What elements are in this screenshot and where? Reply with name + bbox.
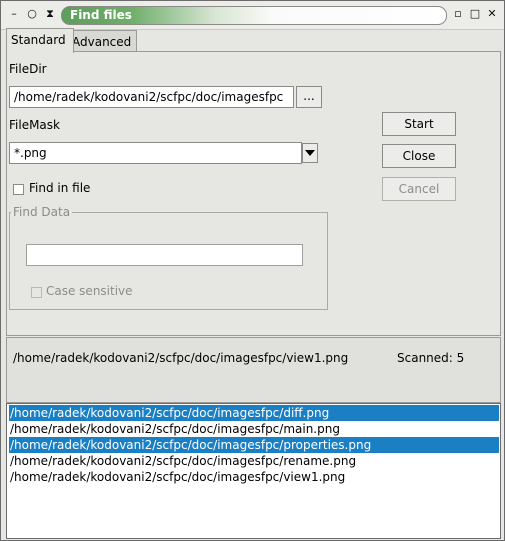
tab-standard[interactable]: Standard xyxy=(6,28,74,53)
window-menu-icon[interactable]: – xyxy=(7,7,21,21)
cancel-button[interactable]: Cancel xyxy=(382,177,456,201)
browse-button[interactable]: ... xyxy=(296,86,322,108)
start-button[interactable]: Start xyxy=(382,112,456,136)
list-item[interactable]: /home/radek/kodovani2/scfpc/doc/imagesfp… xyxy=(9,437,499,453)
close-button[interactable]: Close xyxy=(382,144,456,168)
filemask-dropdown-button[interactable] xyxy=(302,143,318,163)
shade-icon[interactable]: ⧗ xyxy=(43,7,57,21)
list-item[interactable]: /home/radek/kodovani2/scfpc/doc/imagesfp… xyxy=(9,469,499,485)
list-item[interactable]: /home/radek/kodovani2/scfpc/doc/imagesfp… xyxy=(9,453,499,469)
list-item[interactable]: /home/radek/kodovani2/scfpc/doc/imagesfp… xyxy=(9,405,499,421)
maximize-icon[interactable]: □ xyxy=(468,7,482,21)
filemask-label: FileMask xyxy=(9,118,60,132)
case-sensitive-label: Case sensitive xyxy=(46,284,133,298)
title-bar[interactable]: – ○ ⧗ Find files ▫ □ ✕ xyxy=(1,1,504,30)
list-item[interactable]: /home/radek/kodovani2/scfpc/doc/imagesfp… xyxy=(9,421,499,437)
find-in-file-checkbox[interactable] xyxy=(13,184,24,195)
minimize-icon[interactable]: ▫ xyxy=(451,7,465,21)
standard-panel: FileDir /home/radek/kodovani2/scfpc/doc/… xyxy=(6,51,501,336)
title-pill: Find files xyxy=(61,6,447,25)
filedir-input[interactable]: /home/radek/kodovani2/scfpc/doc/imagesfp… xyxy=(9,86,294,108)
window-title: Find files xyxy=(70,8,132,22)
case-sensitive-checkbox[interactable] xyxy=(31,287,42,298)
find-files-window: – ○ ⧗ Find files ▫ □ ✕ Standard Advanced… xyxy=(0,0,505,541)
tab-advanced[interactable]: Advanced xyxy=(67,30,137,53)
filedir-label: FileDir xyxy=(9,62,47,76)
sticky-icon[interactable]: ○ xyxy=(25,7,39,21)
scanned-count: Scanned: 5 xyxy=(397,351,465,365)
close-icon[interactable]: ✕ xyxy=(485,7,499,21)
results-list[interactable]: /home/radek/kodovani2/scfpc/doc/imagesfp… xyxy=(6,403,501,539)
current-path-text: /home/radek/kodovani2/scfpc/doc/imagesfp… xyxy=(13,351,349,365)
find-in-file-label: Find in file xyxy=(29,181,91,195)
find-data-group-title: Find Data xyxy=(11,205,73,219)
filemask-input[interactable]: *.png xyxy=(9,142,302,164)
chevron-down-icon xyxy=(305,150,315,156)
status-area: /home/radek/kodovani2/scfpc/doc/imagesfp… xyxy=(6,337,501,403)
find-data-input[interactable] xyxy=(26,244,303,266)
